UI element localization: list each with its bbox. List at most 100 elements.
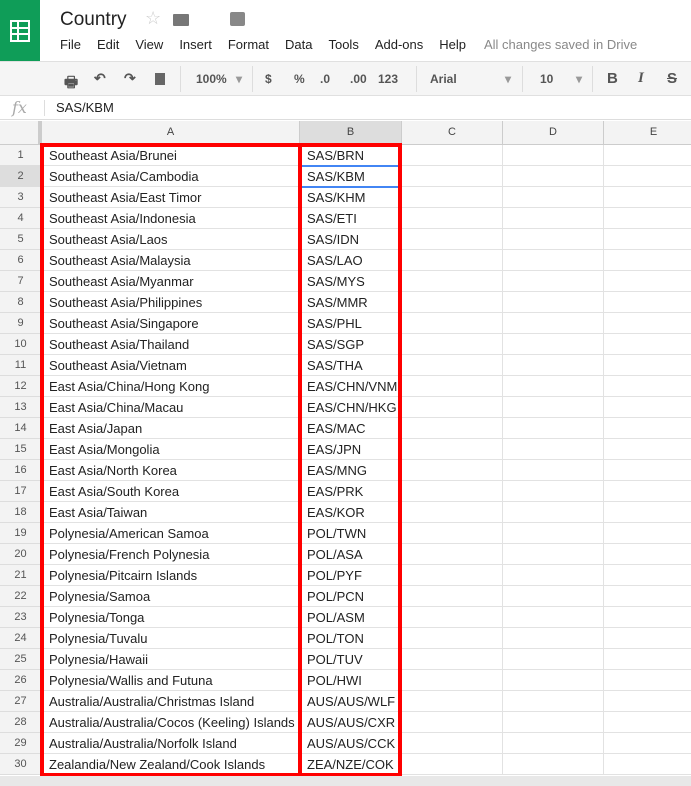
cell-e[interactable] — [604, 733, 691, 754]
cell-b[interactable]: SAS/THA — [300, 355, 402, 376]
decrease-decimal-button[interactable]: .0 — [320, 72, 330, 86]
row-header[interactable]: 27 — [0, 691, 42, 712]
cell-d[interactable] — [503, 313, 604, 334]
cell-b[interactable]: POL/PCN — [300, 586, 402, 607]
cell-a[interactable]: Polynesia/Pitcairn Islands — [42, 565, 300, 586]
cell-a[interactable]: Polynesia/Samoa — [42, 586, 300, 607]
cell-c[interactable] — [402, 334, 503, 355]
cell-c[interactable] — [402, 481, 503, 502]
row-header[interactable]: 18 — [0, 502, 42, 523]
cell-a[interactable]: Australia/Australia/Christmas Island — [42, 691, 300, 712]
cell-d[interactable] — [503, 712, 604, 733]
menu-data[interactable]: Data — [285, 37, 312, 52]
cell-c[interactable] — [402, 628, 503, 649]
cell-e[interactable] — [604, 334, 691, 355]
cell-e[interactable] — [604, 544, 691, 565]
cell-c[interactable] — [402, 418, 503, 439]
cell-d[interactable] — [503, 292, 604, 313]
menu-format[interactable]: Format — [228, 37, 269, 52]
cell-c[interactable] — [402, 691, 503, 712]
row-header[interactable]: 23 — [0, 607, 42, 628]
row-header[interactable]: 25 — [0, 649, 42, 670]
cell-e[interactable] — [604, 691, 691, 712]
cell-b[interactable]: EAS/CHN/HKG — [300, 397, 402, 418]
cell-e[interactable] — [604, 145, 691, 166]
cell-c[interactable] — [402, 544, 503, 565]
row-header[interactable]: 20 — [0, 544, 42, 565]
cell-c[interactable] — [402, 250, 503, 271]
cell-a[interactable]: East Asia/North Korea — [42, 460, 300, 481]
cell-e[interactable] — [604, 670, 691, 691]
row-header[interactable]: 4 — [0, 208, 42, 229]
cell-a[interactable]: Southeast Asia/Indonesia — [42, 208, 300, 229]
row-header[interactable]: 26 — [0, 670, 42, 691]
cell-d[interactable] — [503, 754, 604, 775]
cell-b[interactable]: SAS/ETI — [300, 208, 402, 229]
cell-a[interactable]: East Asia/Japan — [42, 418, 300, 439]
cell-e[interactable] — [604, 166, 691, 187]
cell-a[interactable]: Southeast Asia/Vietnam — [42, 355, 300, 376]
row-header[interactable]: 14 — [0, 418, 42, 439]
column-header-a[interactable]: A — [42, 121, 300, 145]
cell-a[interactable]: Southeast Asia/Malaysia — [42, 250, 300, 271]
cell-a[interactable]: East Asia/Mongolia — [42, 439, 300, 460]
cell-d[interactable] — [503, 670, 604, 691]
cell-b[interactable]: EAS/MNG — [300, 460, 402, 481]
folder-icon[interactable] — [173, 14, 189, 26]
horizontal-scrollbar[interactable] — [0, 776, 691, 786]
menu-edit[interactable]: Edit — [97, 37, 119, 52]
cell-d[interactable] — [503, 733, 604, 754]
row-header[interactable]: 7 — [0, 271, 42, 292]
row-header[interactable]: 22 — [0, 586, 42, 607]
cell-d[interactable] — [503, 271, 604, 292]
cell-c[interactable] — [402, 397, 503, 418]
increase-decimal-button[interactable]: .00 — [350, 72, 367, 86]
cell-e[interactable] — [604, 418, 691, 439]
cell-a[interactable]: Southeast Asia/Singapore — [42, 313, 300, 334]
cell-e[interactable] — [604, 397, 691, 418]
cell-e[interactable] — [604, 481, 691, 502]
sheets-logo[interactable] — [0, 0, 40, 61]
cell-b[interactable]: AUS/AUS/CXR — [300, 712, 402, 733]
column-header-d[interactable]: D — [503, 121, 604, 145]
cell-a[interactable]: East Asia/South Korea — [42, 481, 300, 502]
cell-e[interactable] — [604, 439, 691, 460]
row-header[interactable]: 8 — [0, 292, 42, 313]
cell-e[interactable] — [604, 187, 691, 208]
cell-b[interactable]: ZEA/NZE/COK — [300, 754, 402, 775]
cell-d[interactable] — [503, 649, 604, 670]
row-header[interactable]: 9 — [0, 313, 42, 334]
cell-d[interactable] — [503, 355, 604, 376]
row-header[interactable]: 19 — [0, 523, 42, 544]
cell-b[interactable]: SAS/IDN — [300, 229, 402, 250]
print-icon[interactable]: 🖶 — [64, 72, 78, 97]
cell-a[interactable]: East Asia/China/Macau — [42, 397, 300, 418]
cell-e[interactable] — [604, 628, 691, 649]
cell-e[interactable] — [604, 754, 691, 775]
cell-e[interactable] — [604, 271, 691, 292]
cell-b[interactable]: AUS/AUS/WLF — [300, 691, 402, 712]
cell-a[interactable]: Polynesia/Tonga — [42, 607, 300, 628]
cell-c[interactable] — [402, 229, 503, 250]
row-header[interactable]: 24 — [0, 628, 42, 649]
cell-d[interactable] — [503, 208, 604, 229]
cell-b[interactable]: EAS/MAC — [300, 418, 402, 439]
cell-d[interactable] — [503, 145, 604, 166]
cell-b[interactable]: POL/PYF — [300, 565, 402, 586]
cell-e[interactable] — [604, 292, 691, 313]
cell-e[interactable] — [604, 586, 691, 607]
row-header[interactable]: 28 — [0, 712, 42, 733]
cell-b[interactable]: EAS/CHN/VNM — [300, 376, 402, 397]
cell-a[interactable]: Southeast Asia/Brunei — [42, 145, 300, 166]
row-header[interactable]: 5 — [0, 229, 42, 250]
cell-b[interactable]: EAS/KOR — [300, 502, 402, 523]
cell-b[interactable]: SAS/LAO — [300, 250, 402, 271]
cell-e[interactable] — [604, 649, 691, 670]
cell-b[interactable]: POL/TUV — [300, 649, 402, 670]
menu-insert[interactable]: Insert — [179, 37, 212, 52]
row-header[interactable]: 10 — [0, 334, 42, 355]
cell-c[interactable] — [402, 712, 503, 733]
cell-a[interactable]: Polynesia/French Polynesia — [42, 544, 300, 565]
cell-b[interactable]: POL/ASM — [300, 607, 402, 628]
cell-a[interactable]: Australia/Australia/Cocos (Keeling) Isla… — [42, 712, 300, 733]
